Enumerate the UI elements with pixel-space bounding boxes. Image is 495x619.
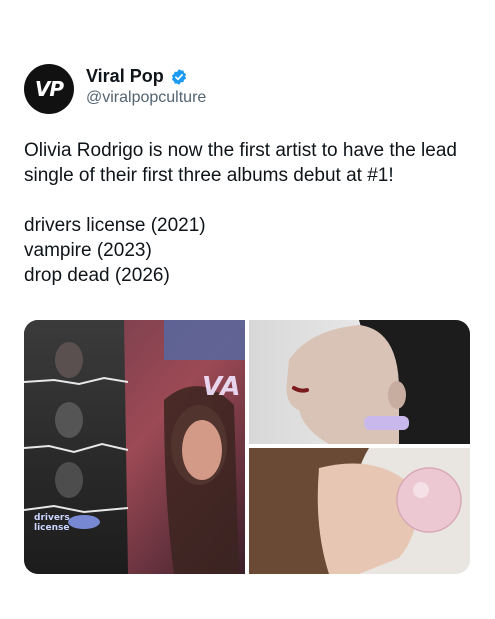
collage-photo: VA drivers license (24, 320, 245, 574)
display-name[interactable]: Viral Pop (86, 66, 164, 87)
avatar-logo-text: VP (34, 77, 64, 101)
profile-photo (249, 320, 470, 444)
cover-text-line1: drivers (34, 513, 70, 523)
song-list-item: drop dead (2026) (24, 265, 170, 286)
media-image-bubblegum[interactable] (249, 448, 470, 574)
author-name-row: Viral Pop (86, 66, 188, 87)
verified-badge-icon (171, 68, 186, 85)
media-grid: VA drivers license (24, 320, 470, 574)
vampire-overlay-text: VA (202, 372, 240, 402)
song-list-item: vampire (2023) (24, 240, 152, 261)
tweet-text-line: Olivia Rodrigo is now the first artist t… (24, 140, 457, 186)
tweet-text: Olivia Rodrigo is now the first artist t… (24, 138, 474, 288)
media-image-drivers-vampire[interactable]: VA drivers license (24, 320, 245, 574)
tweet-card: VP Viral Pop @viralpopculture Olivia Rod… (0, 0, 495, 619)
avatar[interactable]: VP (24, 64, 74, 114)
cover-text-line2: license (34, 523, 69, 533)
bubblegum-photo (249, 448, 470, 574)
media-image-profile[interactable] (249, 320, 470, 444)
song-list-item: drivers license (2021) (24, 215, 206, 236)
author-handle[interactable]: @viralpopculture (86, 89, 206, 107)
